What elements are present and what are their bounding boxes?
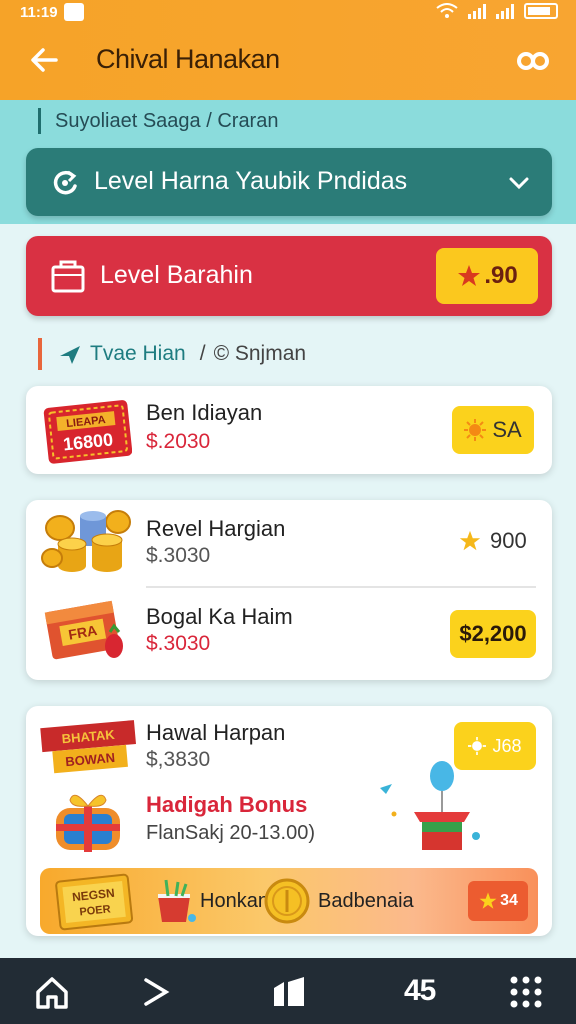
balloon-gift-icon	[380, 761, 480, 850]
level-banner-label: Level Barahin	[100, 261, 253, 289]
grid-dots-icon[interactable]	[506, 974, 546, 1010]
item-price: $,3830	[146, 748, 211, 771]
item-badge-value: J68	[492, 735, 522, 756]
promo-label-left: Honkan	[200, 890, 269, 912]
breadcrumb: Suyoliaet Saaga / Craran	[38, 108, 278, 134]
star-icon	[479, 892, 497, 909]
item-reward-value: 900	[490, 528, 527, 553]
section-title[interactable]: Tvae Hian	[90, 342, 186, 366]
item-name: Revel Hargian	[146, 516, 286, 541]
promo-label-right: Badbenaia	[318, 890, 414, 912]
notification-icon	[64, 3, 84, 21]
level-banner-badge[interactable]: .90	[436, 248, 538, 304]
cycle-icon	[53, 170, 77, 195]
nav-count[interactable]: 45	[404, 974, 436, 1008]
status-time: 11:19	[20, 4, 58, 21]
chevron-right-icon[interactable]	[136, 974, 176, 1010]
coin-icon	[264, 878, 310, 924]
app-header: 11:19 Chival Hanakan	[0, 0, 576, 100]
arrow-left-icon[interactable]	[28, 44, 60, 76]
item-name: Hawal Harpan	[146, 720, 286, 745]
cards-icon[interactable]	[270, 974, 310, 1010]
chevron-down-icon[interactable]	[506, 170, 532, 196]
item-name: Bogal Ka Haim	[146, 604, 293, 629]
bonus-subtitle: FlanSakj 20-13.00)	[146, 822, 315, 844]
sun-star-icon	[468, 737, 487, 755]
box-image: FRA	[44, 600, 123, 660]
cup-icon	[158, 879, 196, 922]
bag-icon	[51, 260, 85, 293]
promo-strip[interactable]: NEGSN POER Honkan Badbenaia 34	[40, 868, 538, 934]
bottom-nav: 45	[0, 958, 576, 1024]
app-bar: Chival Hanakan	[0, 30, 576, 94]
sign-image: BHATAK BOWAN	[40, 720, 136, 774]
item-price: $.3030	[146, 544, 211, 567]
home-icon[interactable]	[32, 974, 72, 1010]
item-reward[interactable]: 900	[458, 528, 527, 554]
app-title: Chival Hanakan	[96, 44, 280, 74]
sun-star-icon	[464, 419, 487, 441]
item-buy-value: $2,200	[459, 621, 527, 646]
infinity-link-icon[interactable]	[516, 48, 550, 74]
signal-icon	[468, 3, 486, 19]
ticket-image: LIEAPA 16800	[43, 400, 132, 464]
wifi-icon	[436, 3, 458, 18]
item-price: $.3030	[146, 632, 211, 655]
item-badge[interactable]: SA	[452, 406, 534, 454]
status-icons	[436, 3, 558, 19]
bonus-title: Hadigah Bonus	[146, 792, 308, 817]
product-card-1[interactable]: LIEAPA 16800 Ben Idiayan $.2030 SA	[26, 386, 552, 474]
star-icon	[458, 265, 481, 286]
bonus-card: BHATAK BOWAN Hawal Harpan $,3830 J68 Had…	[26, 706, 552, 936]
promo-badge[interactable]: 34	[468, 881, 528, 921]
level-selector-label: Level Harna Yaubik Pndidas	[94, 167, 408, 195]
signal-icon-2	[496, 3, 514, 19]
plane-icon	[60, 346, 80, 364]
level-banner[interactable]: Level Barahin .90	[26, 236, 552, 316]
promo-box-image: NEGSN POER	[55, 873, 134, 931]
level-selector[interactable]: Level Harna Yaubik Pndidas	[26, 148, 552, 216]
status-bar: 11:19	[0, 0, 576, 26]
section-subtitle[interactable]: © Snjman	[214, 342, 307, 366]
level-banner-badge-value: .90	[484, 262, 518, 289]
section-separator: /	[199, 342, 206, 365]
item-name: Ben Idiayan	[146, 400, 263, 425]
gift-box-image	[56, 794, 120, 852]
battery-icon	[524, 3, 558, 19]
item-badge-value: SA	[492, 417, 522, 442]
item-price: $.2030	[146, 430, 211, 453]
section-header: Tvae Hian / © Snjman	[38, 338, 306, 370]
star-icon	[459, 530, 481, 551]
promo-badge-value: 34	[500, 892, 518, 909]
product-card-2: Revel Hargian $.3030 900 FRA Bogal Ka Ha…	[26, 500, 552, 680]
item-buy-button[interactable]: $2,200	[450, 610, 536, 658]
coins-image	[41, 510, 131, 572]
divider	[146, 586, 536, 588]
